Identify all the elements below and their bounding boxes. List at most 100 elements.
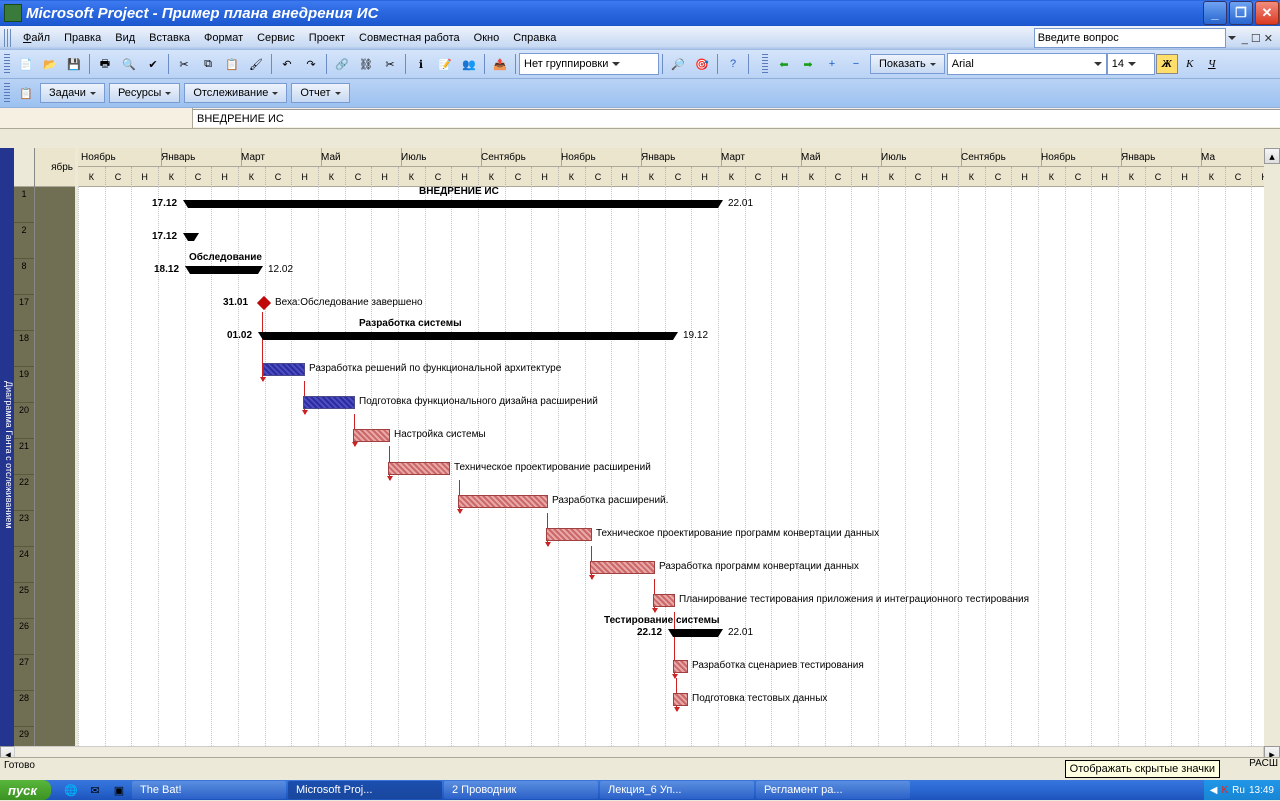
task-bar[interactable]	[590, 561, 655, 574]
summary-bar[interactable]	[263, 332, 673, 340]
italic-button[interactable]: К	[1180, 55, 1200, 73]
font-combo[interactable]: Arial	[947, 53, 1107, 75]
row-header[interactable]: 23	[14, 511, 34, 547]
task-bar[interactable]	[673, 660, 688, 673]
panel-icon[interactable]: 📋	[15, 82, 37, 104]
taskbar-item[interactable]: The Bat!	[132, 781, 286, 799]
print-icon[interactable]: 🖶	[94, 53, 116, 75]
view-bar-title[interactable]: Диаграмма Ганта с отслеживанием	[0, 148, 14, 762]
row-header[interactable]: 27	[14, 655, 34, 691]
taskbar-item[interactable]: Microsoft Proj...	[288, 781, 442, 799]
open-icon[interactable]: 📂	[39, 53, 61, 75]
bold-button[interactable]: Ж	[1156, 54, 1178, 74]
row-header[interactable]: 25	[14, 583, 34, 619]
row-header[interactable]: 20	[14, 403, 34, 439]
row-header[interactable]: 18	[14, 331, 34, 367]
help-dropdown-icon[interactable]	[1228, 36, 1236, 40]
unlink-icon[interactable]: ⛓	[355, 53, 377, 75]
start-button[interactable]: пуск	[0, 780, 51, 800]
gantt-chart[interactable]: НоябрьЯнварьМартМайИюльСентябрьНоябрьЯнв…	[78, 148, 1280, 762]
tracking-panel-button[interactable]: Отслеживание	[184, 83, 287, 103]
tasks-panel-button[interactable]: Задачи	[40, 83, 105, 103]
quicklaunch-icon[interactable]: ▣	[108, 779, 130, 801]
help-icon[interactable]: ?	[722, 53, 744, 75]
close-button[interactable]: ✕	[1255, 1, 1279, 25]
split-icon[interactable]: ✂	[379, 53, 401, 75]
spell-icon[interactable]: ✔	[142, 53, 164, 75]
show-plus-icon[interactable]: +	[821, 53, 843, 75]
row-header[interactable]: 21	[14, 439, 34, 475]
menu-project[interactable]: Проект	[302, 29, 352, 47]
undo-icon[interactable]: ↶	[276, 53, 298, 75]
row-header[interactable]: 2	[14, 223, 34, 259]
notes-icon[interactable]: 📝	[434, 53, 456, 75]
tray-icon[interactable]: ◀	[1210, 785, 1218, 796]
new-icon[interactable]: 📄	[15, 53, 37, 75]
entry-input[interactable]	[193, 109, 1280, 127]
menu-format[interactable]: Формат	[197, 29, 250, 47]
redo-icon[interactable]: ↷	[300, 53, 322, 75]
taskbar-item[interactable]: 2 Проводник	[444, 781, 598, 799]
row-header[interactable]: 24	[14, 547, 34, 583]
vertical-scrollbar[interactable]: ▴	[1264, 148, 1280, 746]
summary-bar[interactable]	[188, 200, 718, 208]
row-header[interactable]: 19	[14, 367, 34, 403]
summary-bar[interactable]	[190, 266, 258, 274]
assign-icon[interactable]: 👥	[458, 53, 480, 75]
row-header[interactable]: 26	[14, 619, 34, 655]
task-bar[interactable]	[653, 594, 675, 607]
preview-icon[interactable]: 🔍	[118, 53, 140, 75]
row-header[interactable]: 8	[14, 259, 34, 295]
resources-panel-button[interactable]: Ресурсы	[109, 83, 180, 103]
task-bar[interactable]	[353, 429, 390, 442]
menu-insert[interactable]: Вставка	[142, 29, 197, 47]
task-bar[interactable]	[263, 363, 305, 376]
zoom-icon[interactable]: 🔎	[667, 53, 689, 75]
milestone-icon[interactable]	[257, 296, 271, 310]
link-icon[interactable]: 🔗	[331, 53, 353, 75]
row-header[interactable]: 22	[14, 475, 34, 511]
publish-icon[interactable]: 📤	[489, 53, 511, 75]
format-painter-icon[interactable]: 🖌	[245, 53, 267, 75]
summary-bar[interactable]	[188, 233, 194, 241]
menu-help[interactable]: Справка	[506, 29, 563, 47]
outdent-icon[interactable]: ⬅	[773, 53, 795, 75]
row-header[interactable]: 28	[14, 691, 34, 727]
quicklaunch-ie-icon[interactable]: 🌐	[60, 779, 82, 801]
save-icon[interactable]: 💾	[63, 53, 85, 75]
restore-button[interactable]: _ ☐ ✕	[1238, 32, 1277, 45]
info-icon[interactable]: ℹ	[410, 53, 432, 75]
help-search-input[interactable]	[1034, 28, 1226, 48]
minimize-button[interactable]: _	[1203, 1, 1227, 25]
row-header[interactable]: 1	[14, 187, 34, 223]
task-bar[interactable]	[388, 462, 450, 475]
group-combo[interactable]: Нет группировки	[519, 53, 659, 75]
indent-icon[interactable]: ➡	[797, 53, 819, 75]
copy-icon[interactable]: ⧉	[197, 53, 219, 75]
paste-icon[interactable]: 📋	[221, 53, 243, 75]
tray-av-icon[interactable]: K	[1222, 785, 1229, 796]
tray-lang[interactable]: Ru	[1232, 785, 1245, 796]
menu-collab[interactable]: Совместная работа	[352, 29, 467, 47]
taskbar-item[interactable]: Регламент ра...	[756, 781, 910, 799]
system-tray[interactable]: ◀ K Ru 13:49	[1204, 780, 1280, 800]
summary-bar[interactable]	[673, 629, 718, 637]
taskbar-item[interactable]: Лекция_6 Уп...	[600, 781, 754, 799]
scroll-up-icon[interactable]: ▴	[1264, 148, 1280, 164]
cut-icon[interactable]: ✂	[173, 53, 195, 75]
entry-name-box[interactable]	[0, 108, 193, 128]
task-bar[interactable]	[458, 495, 548, 508]
show-button[interactable]: Показать	[870, 54, 945, 74]
maximize-button[interactable]: ❐	[1229, 1, 1253, 25]
goto-icon[interactable]: 🎯	[691, 53, 713, 75]
show-minus-icon[interactable]: −	[845, 53, 867, 75]
task-bar[interactable]	[673, 693, 688, 706]
fontsize-combo[interactable]: 14	[1107, 53, 1155, 75]
task-bar[interactable]	[546, 528, 592, 541]
menu-edit[interactable]: Правка	[57, 29, 108, 47]
underline-button[interactable]: Ч	[1202, 55, 1222, 73]
menu-window[interactable]: Окно	[467, 29, 507, 47]
menu-service[interactable]: Сервис	[250, 29, 302, 47]
row-header[interactable]: 17	[14, 295, 34, 331]
task-bar[interactable]	[303, 396, 355, 409]
